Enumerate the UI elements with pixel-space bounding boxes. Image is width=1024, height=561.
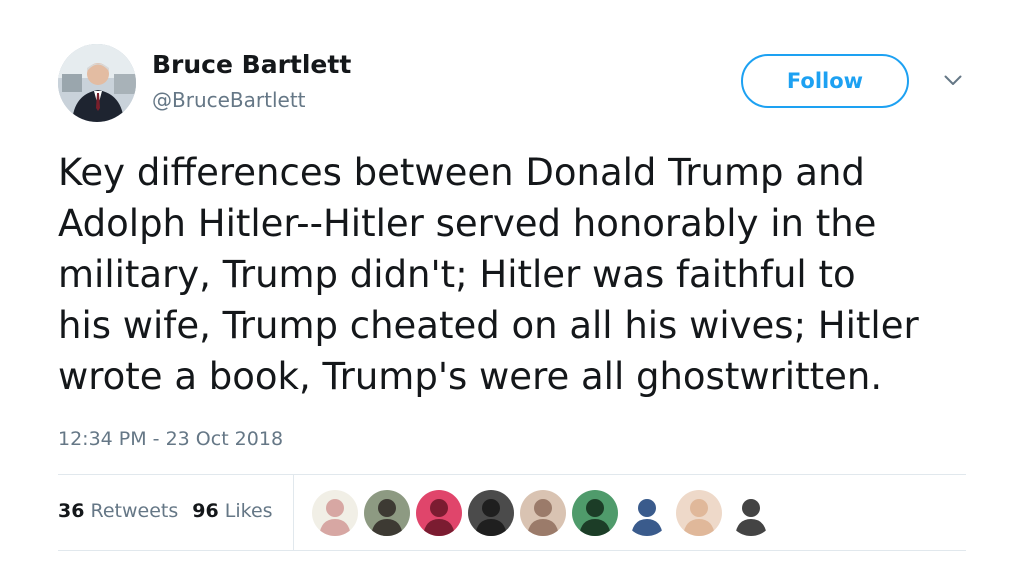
user-avatar-icon: [364, 490, 410, 536]
tweet-text-line: military, Trump didn't; Hitler was faith…: [58, 253, 856, 296]
likes-count: 96: [192, 500, 219, 522]
liker-avatar-3[interactable]: [416, 490, 462, 536]
retweets-count: 36: [58, 500, 85, 522]
tweet-text: Key differences between Donald Trump and…: [58, 147, 998, 402]
liker-avatar-5[interactable]: [520, 490, 566, 536]
retweets-label: Retweets: [90, 500, 179, 522]
liker-avatar-4[interactable]: [468, 490, 514, 536]
likes-label: Likes: [224, 500, 273, 522]
liker-avatar-8[interactable]: [676, 490, 722, 536]
liker-avatar-7[interactable]: [624, 490, 670, 536]
tweet-card: Bruce Bartlett @BruceBartlett Follow Key…: [0, 0, 1024, 561]
liker-avatar-2[interactable]: [364, 490, 410, 536]
liker-avatars: [312, 490, 774, 536]
tweet-text-line: Key differences between Donald Trump and: [58, 151, 865, 194]
more-options-chevron-down-icon[interactable]: [941, 70, 965, 90]
user-avatar-icon: [416, 490, 462, 536]
user-avatar-icon: [520, 490, 566, 536]
user-avatar-icon: [572, 490, 618, 536]
author-handle[interactable]: @BruceBartlett: [152, 88, 306, 112]
user-avatar-icon: [676, 490, 722, 536]
tweet-text-line: wrote a book, Trump's were all ghostwrit…: [58, 355, 883, 398]
divider: [58, 550, 966, 551]
tweet-stats: 36 Retweets 96 Likes: [58, 500, 273, 522]
liker-avatar-6[interactable]: [572, 490, 618, 536]
author-name[interactable]: Bruce Bartlett: [152, 50, 351, 79]
likes-stat[interactable]: 96 Likes: [192, 500, 272, 522]
user-avatar-icon: [624, 490, 670, 536]
liker-avatar-1[interactable]: [312, 490, 358, 536]
tweet-text-line: his wife, Trump cheated on all his wives…: [58, 304, 919, 347]
retweets-stat[interactable]: 36 Retweets: [58, 500, 178, 522]
stats-divider: [293, 475, 294, 550]
divider: [58, 474, 966, 475]
tweet-text-line: Adolph Hitler--Hitler served honorably i…: [58, 202, 877, 245]
user-avatar-icon: [728, 490, 774, 536]
user-avatar-icon: [468, 490, 514, 536]
author-photo: [58, 44, 136, 122]
tweet-timestamp[interactable]: 12:34 PM - 23 Oct 2018: [58, 428, 283, 450]
liker-avatar-9[interactable]: [728, 490, 774, 536]
follow-button[interactable]: Follow: [741, 54, 909, 108]
user-avatar-icon: [312, 490, 358, 536]
author-avatar[interactable]: [58, 44, 136, 122]
